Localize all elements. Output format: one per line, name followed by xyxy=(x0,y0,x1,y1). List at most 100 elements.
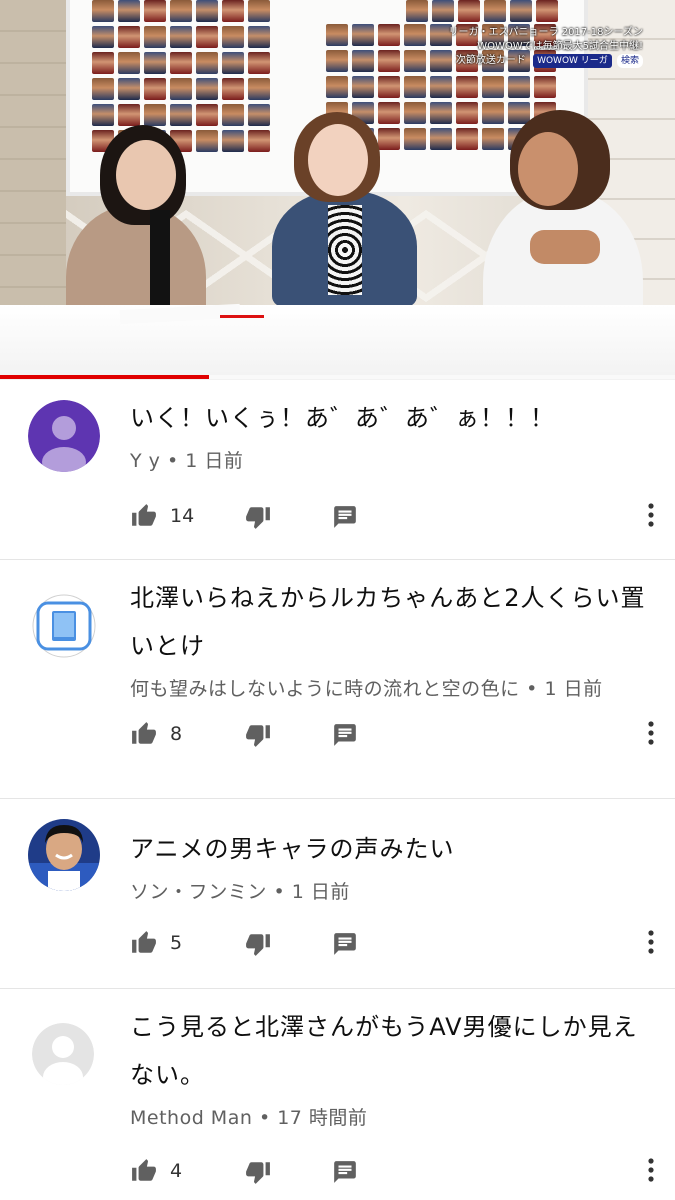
overlay-badge-channel: WOWOW リーガ xyxy=(533,54,612,68)
more-vert-icon xyxy=(648,503,654,527)
player-card xyxy=(456,102,478,124)
player-card xyxy=(248,26,270,48)
thumb-down-icon xyxy=(246,507,270,529)
reply-icon xyxy=(334,506,356,528)
player-card xyxy=(170,0,192,22)
thumb-down-icon xyxy=(246,934,270,956)
player-card xyxy=(248,130,270,152)
meta-separator: • xyxy=(166,450,179,472)
player-card xyxy=(508,76,530,98)
phone-icon xyxy=(32,594,96,658)
like-button[interactable]: 4 xyxy=(130,1158,182,1184)
thumb-up-icon xyxy=(132,1159,156,1181)
player-card xyxy=(484,0,506,22)
avatar[interactable] xyxy=(32,1023,94,1085)
player-card xyxy=(92,104,114,126)
comment-meta: Y y • 1 日前 xyxy=(130,446,655,473)
player-card xyxy=(326,24,348,46)
player-card xyxy=(430,76,452,98)
player-card xyxy=(458,0,480,22)
player-card xyxy=(196,130,218,152)
comment-author[interactable]: Method Man xyxy=(130,1107,252,1129)
player-card xyxy=(482,76,504,98)
player-card xyxy=(222,52,244,74)
like-button[interactable]: 5 xyxy=(130,930,182,956)
comment-author[interactable]: 何も望みはしないように時の流れと空の色に xyxy=(130,678,520,700)
guest-right-hand xyxy=(530,230,600,264)
comment-item: アニメの男キャラの声みたい ソン・フンミン • 1 日前 5 xyxy=(0,799,675,989)
thumb-up-icon xyxy=(132,504,156,526)
player-card xyxy=(170,26,192,48)
comment-time: 17 時間前 xyxy=(277,1107,368,1129)
reply-button[interactable] xyxy=(332,1159,358,1185)
meta-separator: • xyxy=(273,881,286,903)
player-card xyxy=(144,78,166,100)
default-person-icon xyxy=(32,1023,94,1085)
more-options-button[interactable] xyxy=(647,720,655,746)
comment-author[interactable]: ソン・フンミン xyxy=(130,881,267,903)
reply-icon xyxy=(334,933,356,955)
more-options-button[interactable] xyxy=(647,502,655,528)
player-card xyxy=(144,26,166,48)
meta-separator: • xyxy=(526,678,538,700)
reply-button[interactable] xyxy=(332,504,358,530)
thumb-down-icon xyxy=(246,1162,270,1184)
more-options-button[interactable] xyxy=(647,929,655,955)
player-card xyxy=(248,0,270,22)
player-card xyxy=(222,0,244,22)
more-vert-icon xyxy=(648,930,654,954)
reply-button[interactable] xyxy=(332,722,358,748)
more-vert-icon xyxy=(648,1158,654,1182)
player-card xyxy=(118,104,140,126)
host-left-scarf xyxy=(150,210,170,310)
player-card xyxy=(144,104,166,126)
studio-wall-left xyxy=(0,0,66,320)
player-card xyxy=(378,128,400,150)
meta-separator: • xyxy=(258,1107,271,1129)
player-card xyxy=(404,76,426,98)
player-card xyxy=(404,128,426,150)
player-card xyxy=(352,76,374,98)
like-button[interactable]: 14 xyxy=(130,503,194,529)
player-card xyxy=(118,52,140,74)
video-progress-fill xyxy=(0,375,210,379)
comment-meta: 何も望みはしないように時の流れと空の色に • 1 日前 xyxy=(130,674,655,701)
player-card xyxy=(534,76,556,98)
player-card xyxy=(456,76,478,98)
comment-author[interactable]: Y y xyxy=(130,450,160,472)
comment-actions: 14 xyxy=(130,496,655,536)
comment-time: 1 日前 xyxy=(544,678,603,700)
dislike-button[interactable] xyxy=(244,504,272,530)
player-card xyxy=(326,76,348,98)
player-card xyxy=(508,102,530,124)
like-count: 5 xyxy=(170,932,183,954)
overlay-line-1: リーガ・エスパニョーラ 2017-18シーズン xyxy=(448,27,643,38)
player-card xyxy=(432,0,454,22)
dislike-button[interactable] xyxy=(244,931,272,957)
more-vert-icon xyxy=(648,721,654,745)
player-card xyxy=(482,128,504,150)
comment-text: いく！いくぅ！あ゛あ゛あ゛ぁ！！！ xyxy=(130,404,555,432)
player-card xyxy=(326,50,348,72)
dislike-button[interactable] xyxy=(244,722,272,748)
player-card xyxy=(118,26,140,48)
avatar[interactable] xyxy=(32,594,96,658)
player-card xyxy=(378,24,400,46)
table-pen xyxy=(220,315,264,318)
thumb-down-icon xyxy=(246,725,270,747)
more-options-button[interactable] xyxy=(647,1157,655,1183)
like-button[interactable]: 8 xyxy=(130,721,182,747)
like-count: 4 xyxy=(170,1160,183,1182)
video-player[interactable]: リーガ・エスパニョーラ 2017-18シーズン WOWOWでは毎節最大5試合生中… xyxy=(0,0,675,380)
dislike-button[interactable] xyxy=(244,1159,272,1185)
player-card xyxy=(430,128,452,150)
comment-item: 北澤いらねえからルカちゃんあと2人くらい置いとけ 何も望みはしないように時の流れ… xyxy=(0,560,675,799)
player-card xyxy=(118,78,140,100)
player-card xyxy=(352,24,374,46)
video-progress-bar[interactable] xyxy=(0,375,675,379)
avatar[interactable] xyxy=(28,400,100,472)
default-person-icon xyxy=(28,400,100,472)
reply-button[interactable] xyxy=(332,931,358,957)
avatar[interactable] xyxy=(28,819,100,891)
overlay-badge-search: 検索 xyxy=(616,54,643,68)
